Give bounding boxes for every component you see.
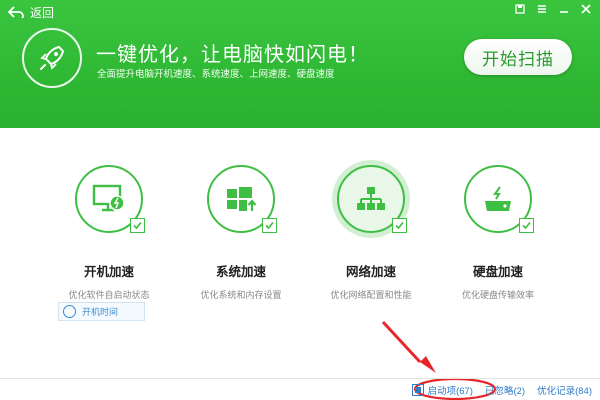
startup-items-label: 启动项(67) [427,386,473,397]
check-icon [133,221,142,230]
back-label: 返回 [30,5,55,20]
card-harddisk-speedup[interactable]: 硬盘加速 优化硬盘传输效率 [428,165,568,301]
clock-icon [63,305,76,318]
back-button[interactable]: 返回 [8,3,54,21]
rocket-logo-icon [22,28,82,88]
minimize-icon[interactable] [558,2,570,16]
network-speedup-circle[interactable] [337,165,407,233]
back-arrow-icon [8,6,24,18]
check-icon [522,221,531,230]
boot-speedup-checkbox[interactable] [130,218,145,233]
card-title: 网络加速 [345,265,396,279]
save-icon[interactable] [514,2,526,16]
history-link[interactable]: 优化记录(84) [537,383,592,397]
check-icon [395,221,404,230]
card-system-speedup[interactable]: 系统加速 优化系统和内存设置 [171,165,311,301]
bottom-bar: 启动项(67) 已忽略(2) 优化记录(84) [400,383,592,397]
bottom-divider [0,378,600,379]
harddisk-speedup-circle[interactable] [464,165,534,233]
card-title: 开机加速 [83,265,134,279]
boot-time-label: 开机时间 [82,307,119,317]
close-icon[interactable] [580,2,592,16]
page-title: 一键优化，让电脑快如闪电！ [96,44,369,66]
network-icon [357,187,385,210]
card-desc: 优化软件自启动状态 [68,290,150,300]
header-banner: 返回 一键优化，让电脑快如闪电！ 全面提升电脑开机速度、系统速度、上网速度、硬盘… [0,0,600,128]
card-desc: 优化系统和内存设置 [200,290,282,300]
page-subtitle: 全面提升电脑开机速度、系统速度、上网速度、硬盘速度 [97,69,335,80]
card-title: 系统加速 [215,265,266,279]
card-desc: 优化硬盘传输效率 [461,290,534,300]
card-title: 硬盘加速 [472,265,523,279]
harddisk-speedup-checkbox[interactable] [519,218,534,233]
network-speedup-checkbox[interactable] [392,218,407,233]
system-speedup-circle[interactable] [207,165,277,233]
startup-items-icon [411,384,424,396]
window-controls [514,2,592,16]
windows-icon [227,187,257,211]
monitor-power-icon [92,184,125,212]
startup-items-link[interactable]: 启动项(67) [411,383,473,397]
start-scan-button[interactable]: 开始扫描 [464,39,572,75]
ignored-link[interactable]: 已忽略(2) [485,383,525,397]
ignored-label: 已忽略(2) [484,386,526,397]
history-label: 优化记录(84) [537,386,592,397]
card-network-speedup[interactable]: 网络加速 优化网络配置和性能 [301,165,441,301]
card-boot-speedup[interactable]: 开机加速 优化软件自启动状态 [39,165,179,301]
card-desc: 优化网络配置和性能 [330,290,412,300]
boot-time-button[interactable]: 开机时间 [58,302,145,321]
system-speedup-checkbox[interactable] [262,218,277,233]
harddisk-icon [485,186,511,211]
check-icon [265,221,274,230]
boot-speedup-circle[interactable] [75,165,145,233]
menu-icon[interactable] [536,2,548,16]
